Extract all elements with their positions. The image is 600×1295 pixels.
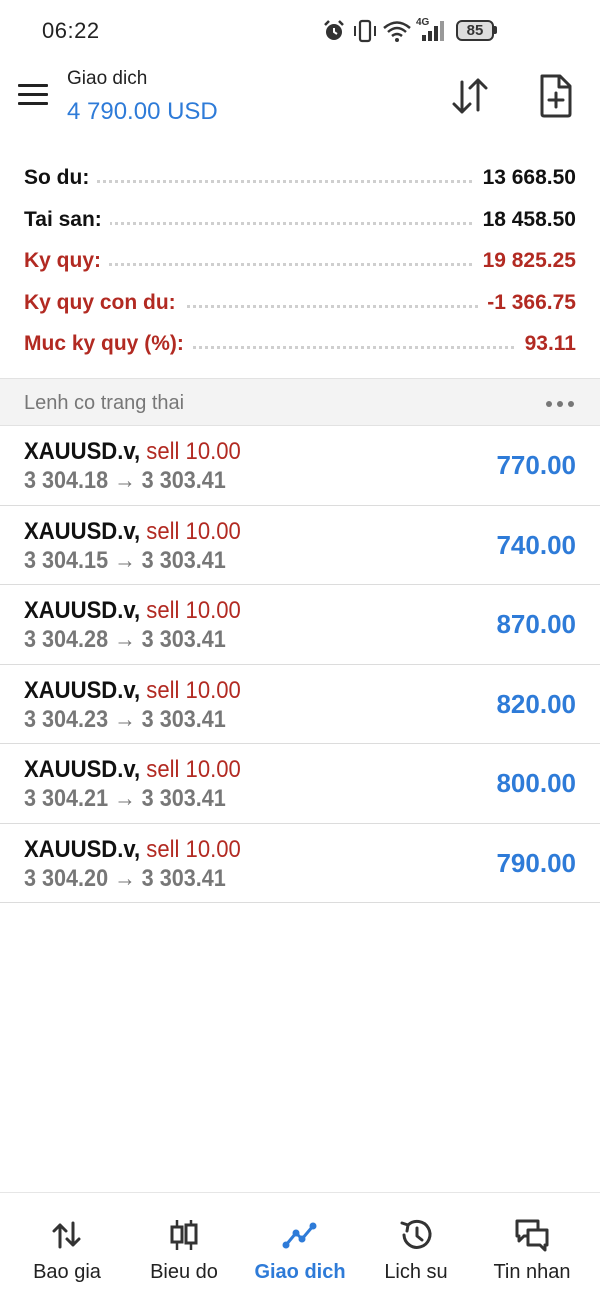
order-symbol: XAUUSD.v,	[24, 438, 141, 465]
battery-icon: 85	[456, 20, 494, 41]
more-icon[interactable]	[546, 401, 574, 407]
order-symbol: XAUUSD.v,	[24, 676, 141, 704]
bottom-navigation: Bao gia Bieu do Giao dich Lich su Tin nh…	[0, 1192, 600, 1295]
order-profit: 800.00	[496, 768, 576, 798]
nav-history[interactable]: Lich su	[356, 1193, 476, 1295]
summary-value: 13 668.50	[474, 166, 576, 190]
order-profit: 870.00	[496, 609, 576, 639]
order-prices: 3 304.18 → 3 303.41	[24, 467, 226, 494]
nav-label: Lich su	[384, 1261, 448, 1283]
nav-quotes[interactable]: Bao gia	[7, 1193, 127, 1295]
menu-icon[interactable]	[18, 84, 48, 106]
order-symbol: XAUUSD.v,	[24, 835, 141, 863]
order-title: XAUUSD.v, sell 10.00	[24, 438, 241, 466]
account-balance: 4 790.00 USD	[67, 98, 218, 125]
messages-icon	[515, 1219, 549, 1252]
app-header: Giao dich 4 790.00 USD	[0, 62, 600, 146]
summary-row-equity: Tai san: 18 458.50	[0, 200, 600, 242]
order-symbol: XAUUSD.v,	[24, 517, 141, 545]
summary-label: So du:	[24, 166, 98, 190]
order-side: sell 10.00	[146, 676, 241, 704]
account-summary: So du: 13 668.50 Tai san: 18 458.50 Ky q…	[0, 158, 600, 366]
page-title: Giao dich	[67, 68, 148, 89]
vibrate-icon	[354, 19, 376, 43]
nav-label: Bao gia	[33, 1261, 101, 1283]
nav-label: Tin nhan	[493, 1261, 571, 1283]
summary-label: Ky quy con du:	[24, 290, 184, 315]
order-prices: 3 304.21 → 3 303.41	[24, 785, 226, 812]
summary-value: 18 458.50	[474, 207, 576, 232]
chart-candles-icon	[170, 1220, 198, 1250]
summary-row-free-margin: Ky quy con du: -1 366.75	[0, 283, 600, 325]
nav-label: Bieu do	[150, 1261, 218, 1283]
sort-icon[interactable]	[450, 76, 490, 116]
list-item[interactable]: XAUUSD.v, sell 10.00 3 304.18 → 3 303.41…	[0, 426, 600, 506]
order-symbol: XAUUSD.v,	[24, 756, 141, 783]
summary-value: 19 825.25	[474, 249, 576, 273]
order-title: XAUUSD.v, sell 10.00	[24, 836, 241, 864]
summary-label: Tai san:	[24, 207, 110, 232]
order-side: sell 10.00	[146, 835, 241, 863]
summary-row-margin: Ky quy: 19 825.25	[0, 241, 600, 283]
quotes-icon	[52, 1221, 81, 1249]
order-title: XAUUSD.v, sell 10.00	[24, 756, 241, 784]
history-icon	[400, 1219, 432, 1249]
signal-icon	[422, 21, 444, 41]
order-side: sell 10.00	[146, 517, 241, 545]
order-profit: 740.00	[496, 529, 576, 560]
battery-tip	[494, 26, 497, 34]
list-item[interactable]: XAUUSD.v, sell 10.00 3 304.15 → 3 303.41…	[0, 506, 600, 585]
list-item[interactable]: XAUUSD.v, sell 10.00 3 304.23 → 3 303.41…	[0, 665, 600, 744]
order-side: sell 10.00	[146, 597, 241, 624]
order-prices: 3 304.28 → 3 303.41	[24, 626, 226, 653]
summary-value: 93.11	[516, 332, 576, 356]
status-time: 06:22	[42, 18, 100, 43]
list-item[interactable]: XAUUSD.v, sell 10.00 3 304.28 → 3 303.41…	[0, 585, 600, 665]
status-bar: 06:22 4G 85	[0, 0, 600, 62]
order-title: XAUUSD.v, sell 10.00	[24, 518, 241, 546]
summary-row-balance: So du: 13 668.50	[0, 158, 600, 200]
order-symbol: XAUUSD.v,	[24, 597, 141, 624]
positions-list: XAUUSD.v, sell 10.00 3 304.18 → 3 303.41…	[0, 426, 600, 903]
open-positions-header: Lenh co trang thai	[0, 378, 600, 426]
nav-trade[interactable]: Giao dich	[240, 1193, 360, 1295]
order-side: sell 10.00	[146, 438, 241, 465]
order-side: sell 10.00	[146, 756, 241, 783]
list-item[interactable]: XAUUSD.v, sell 10.00 3 304.20 → 3 303.41…	[0, 824, 600, 903]
order-prices: 3 304.15 → 3 303.41	[24, 546, 226, 574]
order-title: XAUUSD.v, sell 10.00	[24, 677, 241, 705]
summary-row-margin-level: Muc ky quy (%): 93.11	[0, 324, 600, 366]
wifi-icon	[383, 21, 411, 42]
order-profit: 820.00	[496, 688, 576, 719]
summary-label: Muc ky quy (%):	[24, 332, 192, 356]
new-order-icon[interactable]	[538, 74, 574, 118]
alarm-icon	[324, 20, 344, 40]
order-profit: 790.00	[496, 847, 576, 878]
nav-messages[interactable]: Tin nhan	[472, 1193, 592, 1295]
list-item[interactable]: XAUUSD.v, sell 10.00 3 304.21 → 3 303.41…	[0, 744, 600, 824]
section-title: Lenh co trang thai	[24, 392, 185, 414]
nav-label: Giao dich	[254, 1261, 346, 1283]
order-prices: 3 304.20 → 3 303.41	[24, 864, 226, 892]
order-profit: 770.00	[496, 450, 576, 480]
summary-value: -1 366.75	[479, 290, 576, 315]
nav-chart[interactable]: Bieu do	[124, 1193, 244, 1295]
order-prices: 3 304.23 → 3 303.41	[24, 705, 226, 733]
order-title: XAUUSD.v, sell 10.00	[24, 597, 241, 625]
summary-label: Ky quy:	[24, 249, 110, 273]
trade-icon	[282, 1222, 317, 1249]
